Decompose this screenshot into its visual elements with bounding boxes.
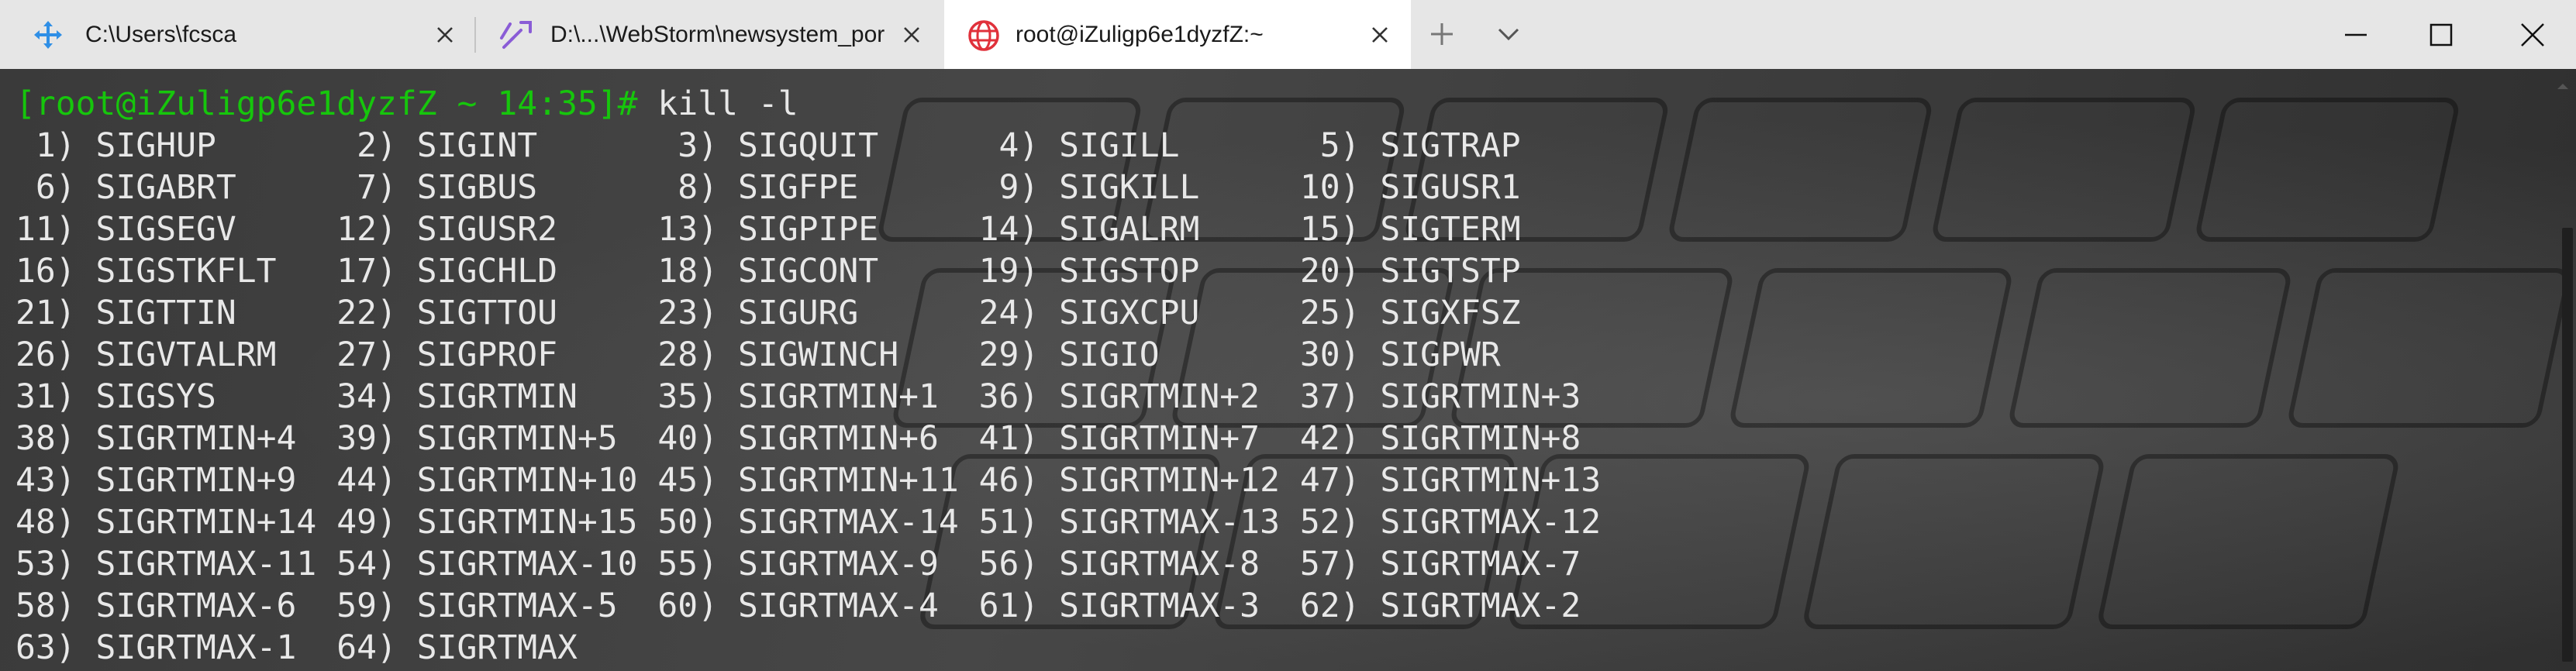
tab-title: root@iZuligp6e1dyzfZ:~ [1016, 22, 1264, 47]
scroll-up-icon[interactable] [2550, 74, 2576, 100]
tab-webstorm[interactable]: D:\...\WebStorm\newsystem_por [476, 0, 944, 69]
output-line: 31) SIGSYS 34) SIGRTMIN 35) SIGRTMIN+1 3… [16, 377, 1581, 416]
shell-prompt: [root@iZuligp6e1dyzfZ ~ 14:35]# [16, 84, 638, 123]
minimize-icon [2345, 33, 2367, 36]
close-icon [2521, 23, 2544, 46]
title-bar: C:\Users\fcsca D:\...\WebStorm\newsystem… [0, 0, 2576, 69]
terminal-output: [root@iZuligp6e1dyzfZ ~ 14:35]# kill -l … [16, 83, 1601, 669]
powershell-move-icon [33, 19, 64, 50]
terminal-pane[interactable]: [root@iZuligp6e1dyzfZ ~ 14:35]# kill -l … [0, 69, 2576, 671]
close-window-button[interactable] [2488, 0, 2576, 69]
output-line: 26) SIGVTALRM 27) SIGPROF 28) SIGWINCH 2… [16, 336, 1501, 374]
chevron-down-icon[interactable] [1490, 15, 1527, 53]
tab-title: D:\...\WebStorm\newsystem_por [550, 22, 885, 47]
minimize-button[interactable] [2312, 0, 2399, 69]
output-line: 16) SIGSTKFLT 17) SIGCHLD 18) SIGCONT 19… [16, 252, 1521, 291]
output-line: 48) SIGRTMIN+14 49) SIGRTMIN+15 50) SIGR… [16, 503, 1602, 542]
close-icon[interactable] [899, 22, 924, 47]
output-line: 38) SIGRTMIN+4 39) SIGRTMIN+5 40) SIGRTM… [16, 419, 1581, 458]
output-line: 53) SIGRTMAX-11 54) SIGRTMAX-10 55) SIGR… [16, 545, 1581, 583]
typed-command: kill -l [637, 84, 798, 123]
linux-globe-icon [967, 19, 999, 51]
tab-powershell[interactable]: C:\Users\fcsca [0, 0, 474, 69]
output-line: 43) SIGRTMIN+9 44) SIGRTMIN+10 45) SIGRT… [16, 461, 1602, 500]
output-line: 6) SIGABRT 7) SIGBUS 8) SIGFPE 9) SIGKIL… [35, 168, 1521, 207]
plus-icon[interactable] [1423, 15, 1460, 53]
output-line: 11) SIGSEGV 12) SIGUSR2 13) SIGPIPE 14) … [16, 210, 1521, 249]
maximize-icon [2429, 23, 2453, 46]
output-line: 1) SIGHUP 2) SIGINT 3) SIGQUIT 4) SIGILL… [35, 126, 1521, 165]
scrollbar[interactable] [2550, 69, 2576, 671]
output-line: 63) SIGRTMAX-1 64) SIGRTMAX [16, 628, 578, 667]
output-line: 58) SIGRTMAX-6 59) SIGRTMAX-5 60) SIGRTM… [16, 587, 1581, 625]
visual-studio-icon [499, 19, 532, 50]
close-icon[interactable] [433, 22, 457, 47]
command-output: 1) SIGHUP 2) SIGINT 3) SIGQUIT 4) SIGILL… [16, 126, 1601, 667]
scrollbar-thumb[interactable] [2562, 228, 2573, 662]
tab-title: C:\Users\fcsca [85, 22, 237, 47]
close-icon[interactable] [1367, 22, 1392, 47]
maximize-button[interactable] [2397, 0, 2485, 69]
output-line: 21) SIGTTIN 22) SIGTTOU 23) SIGURG 24) S… [16, 294, 1521, 332]
tab-ssh-root[interactable]: root@iZuligp6e1dyzfZ:~ [944, 0, 1411, 69]
